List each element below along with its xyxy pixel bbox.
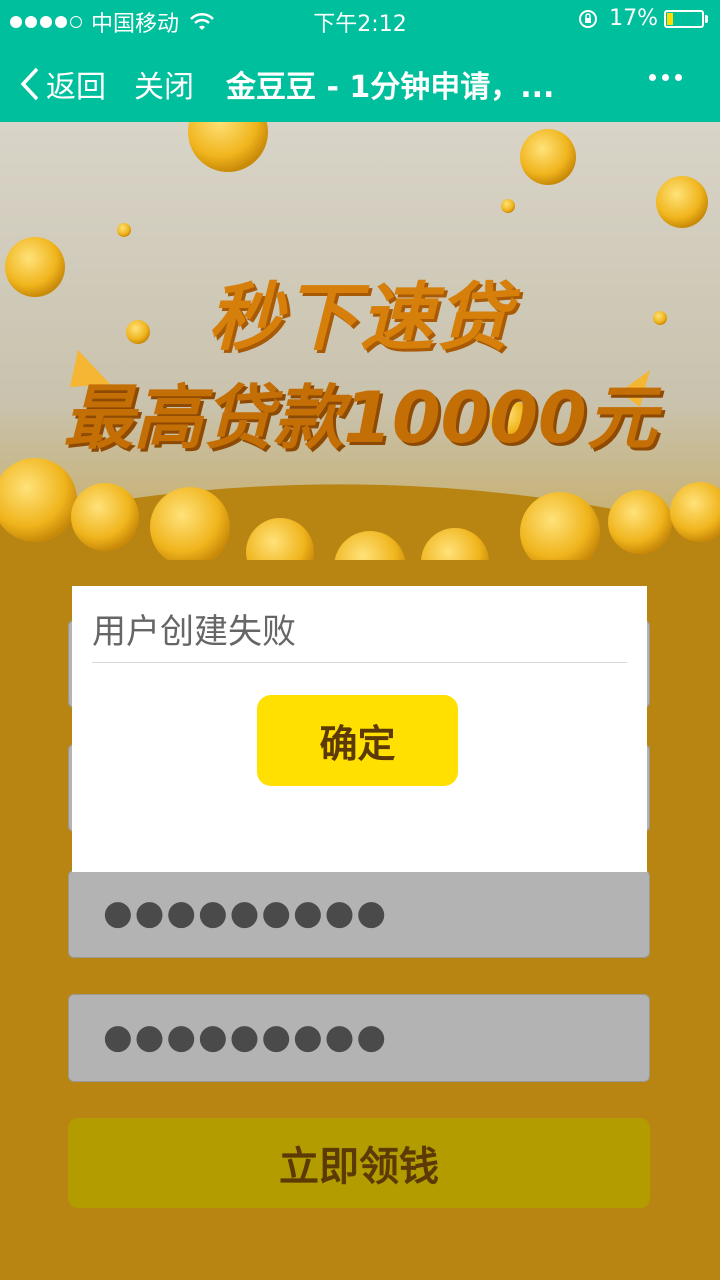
password-mask: ●●●●●●●●● — [103, 893, 389, 933]
more-dot — [675, 74, 682, 81]
get-money-button[interactable]: 立即领钱 — [68, 1118, 650, 1208]
close-button[interactable]: 关闭 — [134, 62, 194, 106]
chevron-left-icon — [20, 67, 39, 101]
dialog-message: 用户创建失败 — [92, 612, 296, 652]
more-dot — [662, 74, 669, 81]
battery-percent: 17% — [609, 6, 658, 31]
nav-bar: 返回 关闭 金豆豆 - 1分钟申请，... — [0, 40, 720, 122]
battery-icon — [664, 9, 704, 28]
battery-fill — [667, 12, 673, 25]
confirm-button[interactable]: 确定 — [257, 695, 458, 786]
battery-cap — [705, 14, 708, 23]
password-field[interactable]: ●●●●●●●●● — [68, 870, 650, 958]
dialog-divider — [92, 662, 627, 663]
more-options-button[interactable] — [643, 74, 682, 81]
banner-subheadline: 最高贷款10000元 — [63, 377, 657, 459]
orientation-lock-icon — [579, 9, 598, 28]
alert-dialog: 用户创建失败 确定 — [72, 586, 647, 872]
back-label: 返回 — [46, 70, 106, 105]
confirm-password-mask: ●●●●●●●●● — [103, 1017, 389, 1057]
status-bar: 中国移动 下午2:12 17% — [0, 0, 720, 40]
confirm-password-field[interactable]: ●●●●●●●●● — [68, 994, 650, 1082]
battery-area: 17% — [577, 6, 708, 31]
banner-headline: 秒下速贷 — [208, 275, 512, 361]
more-dot — [649, 74, 656, 81]
page-title: 金豆豆 - 1分钟申请，... — [226, 70, 555, 105]
back-button[interactable]: 返回 — [20, 62, 106, 106]
promo-banner: 秒下速贷 最高贷款10000元 — [0, 122, 720, 592]
